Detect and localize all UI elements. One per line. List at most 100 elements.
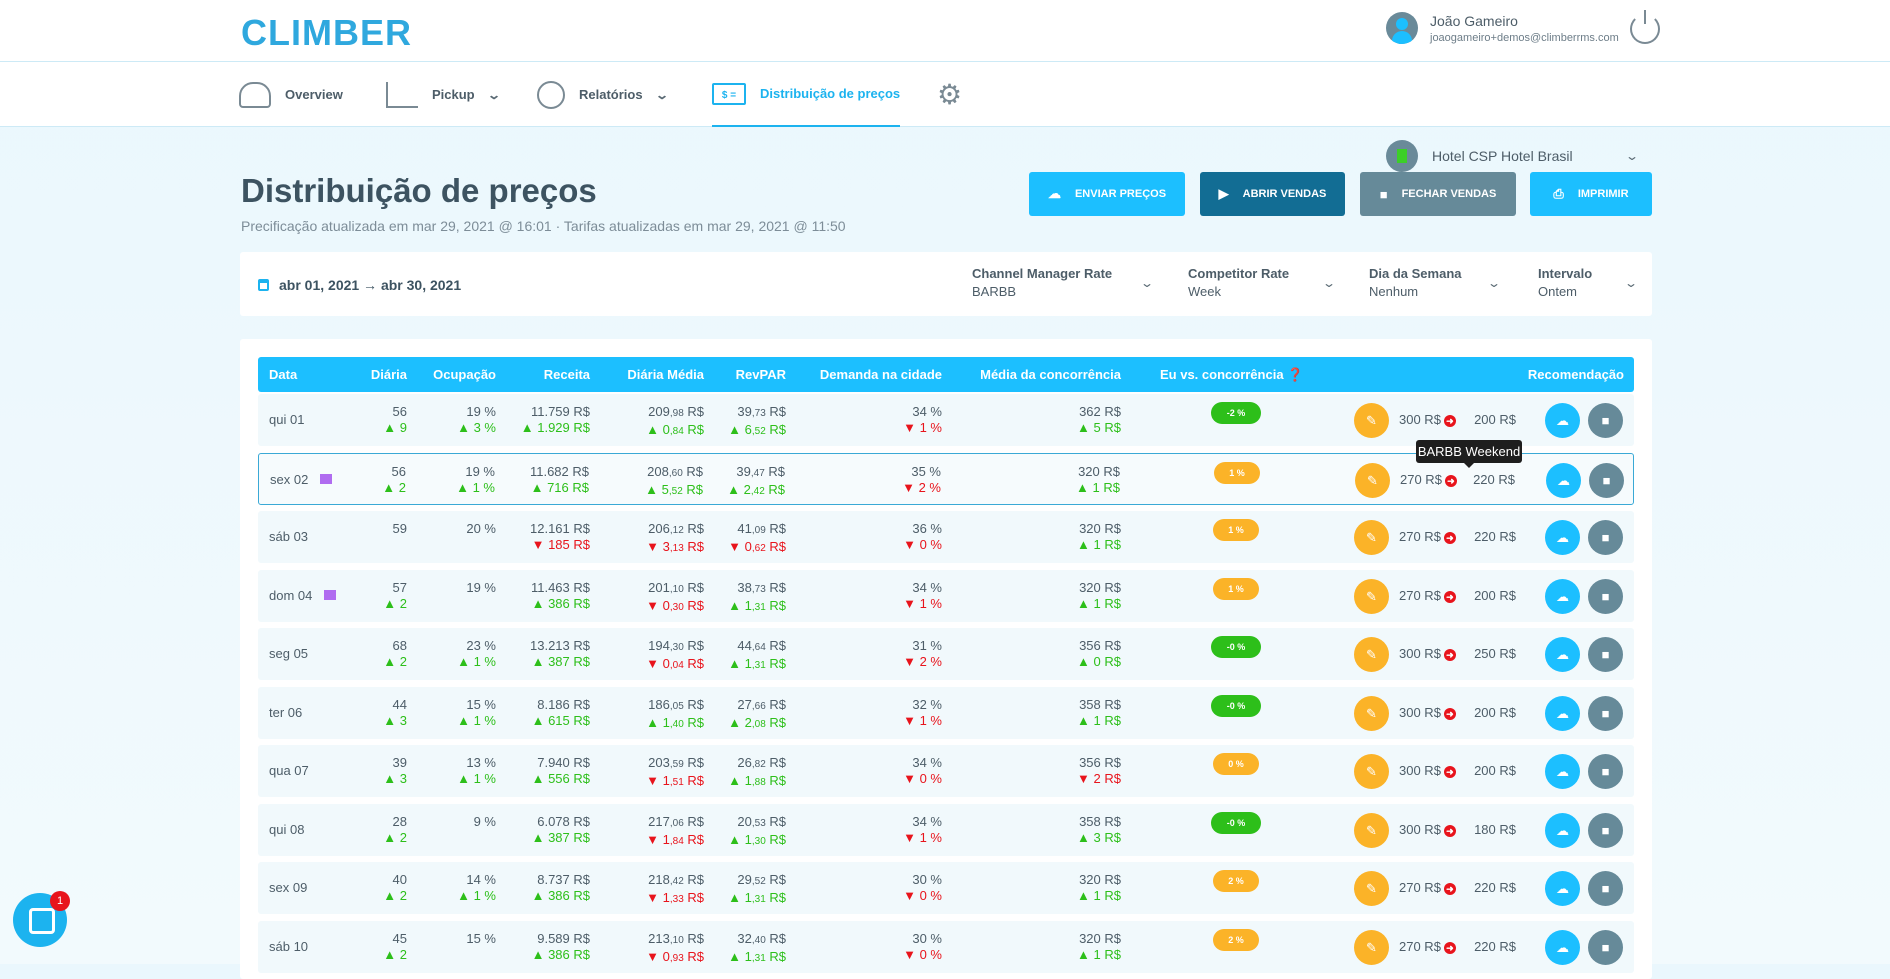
delta-up: ▲ 2: [383, 829, 407, 845]
recommended-price: 200 R$: [1474, 763, 1516, 778]
close-sales-row-button[interactable]: ■: [1588, 520, 1623, 555]
delta-dn: ▼ 0 %: [903, 537, 942, 552]
nav-reports[interactable]: Relatórios ⌄: [537, 62, 669, 127]
print-button[interactable]: ⎙ IMPRIMIR: [1530, 172, 1652, 216]
edit-price-button[interactable]: ✎: [1354, 403, 1389, 438]
table-row[interactable]: qua 07 39 ▲ 3 13 % ▲ 1 % 7.940 R$ ▲ 556 R$ 203,…: [258, 745, 1634, 797]
value: 35 %: [911, 463, 941, 479]
edit-price-button[interactable]: ✎: [1354, 812, 1389, 848]
close-sales-row-button[interactable]: ■: [1588, 695, 1623, 731]
close-sales-row-button[interactable]: ■: [1588, 754, 1623, 789]
delta-dn: ▼ 0,62 R$: [728, 539, 786, 554]
competitor-rate-select[interactable]: Competitor Rate Week ⌄: [1188, 266, 1343, 299]
table-row[interactable]: sex 09 40 ▲ 2 14 % ▲ 1 % 8.737 R$ ▲ 386 R$ 218,…: [258, 862, 1634, 914]
upload-price-button[interactable]: ☁: [1545, 578, 1580, 614]
col-occupancy[interactable]: Ocupação: [433, 367, 496, 382]
value: 31 %: [912, 638, 942, 653]
cell-rooms: 56 ▲ 9: [383, 404, 407, 436]
settings-gear-icon[interactable]: ⚙: [937, 62, 962, 127]
col-revenue[interactable]: Receita: [544, 367, 590, 382]
arrow-right-icon[interactable]: ➜: [1443, 824, 1456, 837]
close-sales-button[interactable]: ■ FECHAR VENDAS: [1360, 172, 1516, 216]
nav-overview[interactable]: Overview: [239, 62, 343, 127]
col-date[interactable]: Data: [269, 367, 297, 382]
edit-price-button[interactable]: ✎: [1355, 462, 1390, 498]
edit-price-button[interactable]: ✎: [1354, 578, 1389, 614]
current-price: 300 R$ ➜: [1399, 646, 1456, 661]
upload-price-button[interactable]: ☁: [1545, 929, 1580, 965]
table-row[interactable]: sáb 10 45 ▲ 2 15 % 9.589 R$ ▲ 386 R$ 213,10 R$…: [258, 920, 1634, 973]
edit-price-button[interactable]: ✎: [1354, 929, 1389, 965]
close-sales-row-button[interactable]: ■: [1588, 578, 1623, 614]
edit-price-button[interactable]: ✎: [1354, 754, 1389, 789]
col-adr[interactable]: Diária Média: [627, 367, 704, 382]
nav-pricing-label: Distribuição de preços: [760, 86, 901, 101]
col-competitor-average[interactable]: Média da concorrência: [980, 367, 1121, 382]
arrow-right-icon[interactable]: ➜: [1443, 941, 1456, 954]
close-sales-row-button[interactable]: ■: [1588, 929, 1623, 965]
date-range-picker[interactable]: abr 01, 2021 → abr 30, 2021: [258, 277, 461, 293]
hotel-selector[interactable]: Hotel CSP Hotel Brasil ⌄: [1386, 140, 1639, 172]
close-sales-row-button[interactable]: ■: [1588, 871, 1623, 906]
cell-rooms: 45 ▲ 2: [383, 931, 407, 963]
arrow-right-icon[interactable]: ➜: [1443, 883, 1456, 895]
edit-price-button[interactable]: ✎: [1354, 695, 1389, 731]
cloud-upload-icon: ☁: [1556, 413, 1569, 428]
delta-up: ▲ 2: [383, 595, 407, 611]
arrow-right-icon[interactable]: ➜: [1443, 707, 1456, 720]
upload-price-button[interactable]: ☁: [1545, 871, 1580, 906]
send-prices-button[interactable]: ☁ ENVIAR PREÇOS: [1029, 172, 1185, 216]
arrow-right-icon[interactable]: ➜: [1443, 532, 1456, 544]
nav-pickup[interactable]: Pickup ⌄: [386, 62, 501, 127]
edit-price-button[interactable]: ✎: [1354, 871, 1389, 906]
arrow-right-icon[interactable]: ➜: [1443, 766, 1456, 778]
cell-revpar: 39,73 R$ ▲ 6,52 R$: [728, 404, 786, 440]
cloud-upload-icon: ☁: [1556, 588, 1569, 604]
table-row[interactable]: qui 08 28 ▲ 2 9 % 6.078 R$ ▲ 387 R$ 217,06 R$ ▼…: [258, 803, 1634, 856]
delta-up: ▲ 0,84 R$: [646, 422, 704, 437]
open-sales-button[interactable]: ▶ ABRIR VENDAS: [1200, 172, 1345, 216]
table-row[interactable]: ter 06 44 ▲ 3 15 % ▲ 1 % 8.186 R$ ▲ 615 R$ 186,…: [258, 686, 1634, 739]
close-sales-row-button[interactable]: ■: [1588, 403, 1623, 438]
close-sales-row-button[interactable]: ■: [1589, 462, 1624, 498]
event-flag-icon[interactable]: [320, 474, 333, 484]
table-row[interactable]: sáb 03 59 20 % 12.161 R$ ▼ 185 R$ 206,12 R$ ▼ …: [258, 511, 1634, 563]
edit-price-button[interactable]: ✎: [1354, 520, 1389, 555]
arrow-right-icon[interactable]: ➜: [1443, 649, 1456, 661]
upload-price-button[interactable]: ☁: [1545, 637, 1580, 672]
close-sales-row-button[interactable]: ■: [1588, 812, 1623, 848]
chat-unread-badge: 1: [50, 891, 70, 911]
arrow-right-icon[interactable]: ➜: [1443, 590, 1456, 603]
help-circle-icon[interactable]: ❓: [1287, 367, 1303, 382]
nav-pricing[interactable]: $ = Distribuição de preços: [712, 62, 901, 127]
col-me-vs-competitors[interactable]: Eu vs. concorrência ❓: [1160, 367, 1303, 383]
event-flag-icon[interactable]: [324, 590, 337, 600]
weekday-select[interactable]: Dia da Semana Nenhum ⌄: [1369, 266, 1509, 299]
climber-logo[interactable]: CLIMBER: [241, 12, 412, 54]
upload-price-button[interactable]: ☁: [1545, 520, 1580, 555]
upload-price-button[interactable]: ☁: [1545, 812, 1580, 848]
cell-occ: 20 %: [466, 521, 496, 537]
user-profile[interactable]: João Gameiro joaogameiro+demos@climberrm…: [1386, 12, 1619, 44]
arrow-right-icon[interactable]: ➜: [1444, 474, 1457, 487]
interval-select[interactable]: Intervalo Ontem ⌄: [1538, 266, 1638, 299]
table-row[interactable]: qui 01 56 ▲ 9 19 % ▲ 3 % 11.759 R$ ▲ 1.929 R$ 2…: [258, 394, 1634, 446]
col-recommendation[interactable]: Recomendação: [1528, 367, 1624, 382]
col-demand[interactable]: Demanda na cidade: [820, 367, 942, 382]
upload-price-button[interactable]: ☁: [1545, 695, 1580, 731]
edit-price-button[interactable]: ✎: [1354, 637, 1389, 672]
close-sales-row-button[interactable]: ■: [1588, 637, 1623, 672]
col-rooms[interactable]: Diária: [371, 367, 407, 382]
power-logout-icon[interactable]: [1630, 10, 1660, 44]
delta-up: ▲ 386 R$: [531, 946, 590, 962]
table-row[interactable]: dom 04 57 ▲ 2 19 % 11.463 R$ ▲ 386 R$ 201,10 R…: [258, 569, 1634, 622]
upload-price-button[interactable]: ☁: [1546, 462, 1581, 498]
upload-price-button[interactable]: ☁: [1545, 403, 1580, 438]
close-sales-label: FECHAR VENDAS: [1401, 188, 1497, 200]
col-revpar[interactable]: RevPAR: [736, 367, 786, 382]
table-row[interactable]: seg 05 68 ▲ 2 23 % ▲ 1 % 13.213 R$ ▲ 387 R$ 194…: [258, 628, 1634, 680]
arrow-right-icon[interactable]: ➜: [1443, 415, 1456, 427]
upload-price-button[interactable]: ☁: [1545, 754, 1580, 789]
channel-manager-rate-select[interactable]: Channel Manager Rate BARBB ⌄: [972, 266, 1162, 299]
cell-occ: 9 %: [474, 814, 496, 830]
